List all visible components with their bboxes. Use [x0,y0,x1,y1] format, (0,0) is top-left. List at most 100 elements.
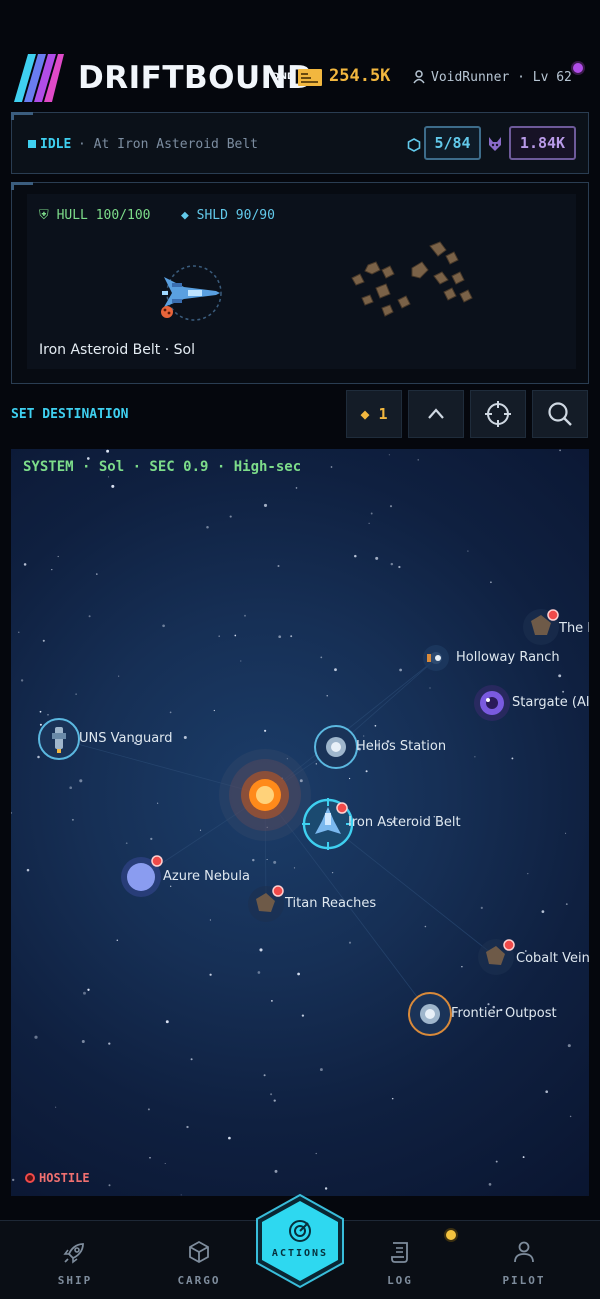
chevron-up-icon [428,408,444,419]
star-dot [324,1187,328,1190]
nav-pilot[interactable]: PILOT [479,1221,569,1299]
star-dot [18,631,20,633]
nav-pilot-label: PILOT [502,1274,546,1287]
map-node-helios-station[interactable]: Helios Station [356,739,446,754]
map-node-titan-reaches[interactable]: Titan Reaches [285,896,376,911]
map-node-frontier-outpost[interactable]: Frontier Outpost [451,1006,557,1021]
star-dot [334,668,337,672]
star-dot [259,948,263,952]
star-dot [320,656,323,659]
materials-count[interactable]: 1.84K [509,126,576,160]
map-node-iron-asteroid-belt[interactable]: Iron Asteroid Belt [348,815,461,830]
star-dot [170,885,172,887]
star-dot [42,639,45,642]
star-dot [244,614,246,617]
star-dot [12,1178,15,1182]
star-dot [297,972,300,976]
cargo-capacity[interactable]: 5/84 [424,126,481,160]
nav-cargo[interactable]: CARGO [154,1221,244,1299]
star-dot [263,1074,266,1077]
chevron-up-button[interactable] [408,390,464,438]
map-node-cobalt-vein[interactable]: Cobalt Vein [516,951,589,966]
actions-button[interactable] [254,1193,346,1289]
nav-ship[interactable]: SHIP [30,1221,120,1299]
star-dot [315,763,317,765]
logo-stripes-icon [14,54,64,102]
star-dot [206,526,209,529]
star-dot [37,755,40,759]
star-dot [199,829,202,831]
locate-button[interactable] [470,390,526,438]
star-dot [51,569,53,571]
star-dot [270,1093,273,1096]
star-dot [39,723,42,726]
star-dot [55,1106,57,1108]
star-dot [315,1152,317,1155]
star-dot [271,1000,273,1002]
star-dot [209,973,212,976]
star-dot [391,1097,394,1100]
hull-status: ⛨ HULL 100/100 [39,208,151,223]
system-map[interactable]: SYSTEM · Sol · SEC 0.9 · High-sec The I … [11,449,589,1196]
star-dot [565,832,567,834]
current-location-node-icon [302,798,354,850]
star-dot [162,624,165,628]
panel-corner-decoration [11,112,33,120]
asteroid-node-icon [248,885,284,922]
map-node-uns-vanguard[interactable]: UNS Vanguard [79,731,173,746]
star-dot [108,1042,111,1045]
map-node-azure-nebula[interactable]: Azure Nebula [163,869,250,884]
star-dot [57,555,59,558]
star-dot [252,858,255,862]
nav-ship-label: SHIP [57,1274,93,1287]
star-dot [417,459,419,461]
pilot-name-level[interactable]: VoidRunner · Lv 62 [431,70,572,85]
star-dot [424,925,427,928]
star-dot [467,550,469,552]
star-dot [290,635,293,638]
star-dot [69,786,73,790]
star-dot [375,556,379,560]
search-icon [548,402,572,426]
crosshair-icon [485,401,511,427]
star-dot [354,554,357,558]
star-dot [157,802,159,804]
map-node-holloway-ranch[interactable]: Holloway Ranch [456,650,560,665]
search-button[interactable] [532,390,588,438]
star-dot [365,770,368,773]
set-destination-label[interactable]: SET DESTINATION [11,407,128,422]
waypoint-count-button[interactable]: ◆ 1 [346,390,402,438]
star-dot [480,906,483,909]
app-header: DRIFTBOUND DND 254.5K VoidRunner · Lv 62 [0,0,600,108]
stargate-node-icon [474,685,510,721]
cargo-hex-icon [407,138,421,152]
status-indicator [28,140,36,148]
star-dot [118,675,120,677]
star-dot [301,1014,305,1017]
star-dot [363,735,365,737]
star-dot [562,690,565,693]
star-dot [559,449,561,452]
map-node-the[interactable]: The I [559,621,589,636]
star-dot [368,522,370,524]
star-dot [567,1044,571,1048]
credit-card-icon [298,69,322,86]
star-dot [218,635,220,637]
map-node-stargate[interactable]: Stargate (Al [512,695,589,710]
status-bar: IDLE · At Iron Asteroid Belt 5/84 1.84K [11,112,589,174]
nav-log[interactable]: LOG [355,1221,445,1299]
credits-balance: 254.5K [329,66,391,86]
star-dot [370,512,373,515]
star-dot [565,903,568,905]
star-dot [278,635,282,639]
star-dot [229,515,232,518]
star-dot [326,695,328,697]
star-dot [83,991,86,995]
star-dot [106,449,110,453]
scene-location-caption: Iron Asteroid Belt · Sol [39,342,195,358]
star-dot [149,1156,151,1159]
star-dot [164,1162,166,1165]
star-dot [348,941,352,944]
star-dot [263,503,268,507]
outpost-node-icon [408,992,452,1036]
